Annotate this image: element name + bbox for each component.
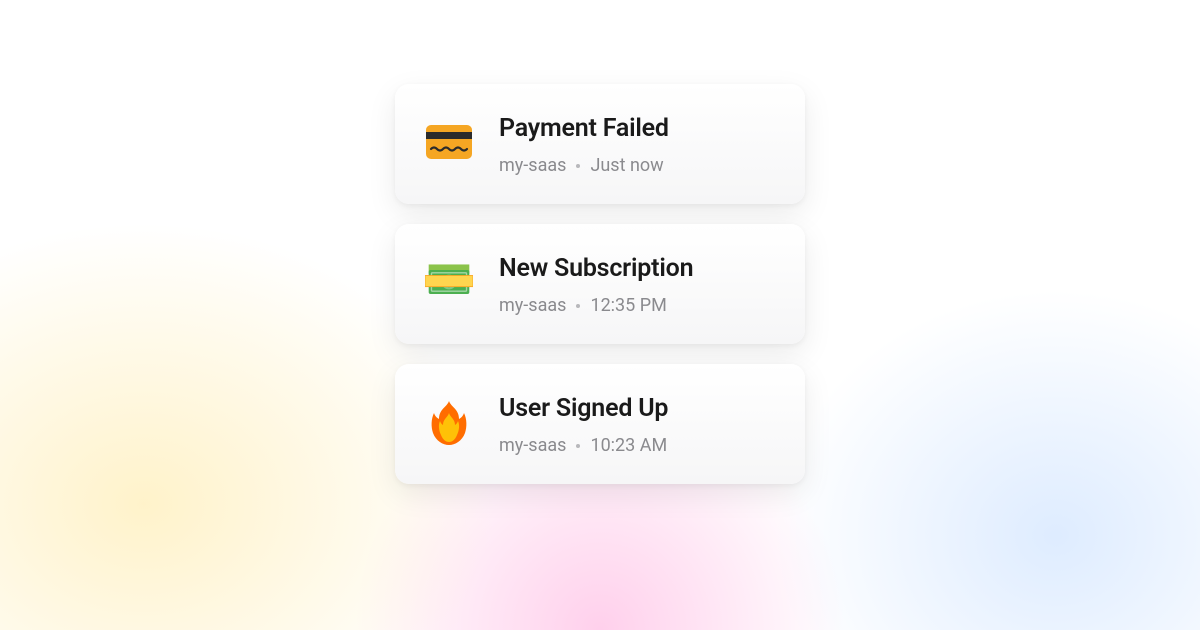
notification-source: my-saas xyxy=(499,155,566,176)
notification-card[interactable]: Payment Failed my-saas Just now xyxy=(395,84,805,204)
notification-card[interactable]: $ New Subscription my-saas 12:35 PM xyxy=(395,224,805,344)
notification-meta: my-saas Just now xyxy=(499,155,775,176)
notification-meta: my-saas 12:35 PM xyxy=(499,295,775,316)
notification-source: my-saas xyxy=(499,435,566,456)
notification-title: User Signed Up xyxy=(499,394,775,423)
fire-icon xyxy=(425,398,473,446)
notification-list: Payment Failed my-saas Just now $ New Su… xyxy=(395,0,805,484)
notification-time: Just now xyxy=(590,155,663,176)
meta-separator-icon xyxy=(576,444,580,448)
notification-body: New Subscription my-saas 12:35 PM xyxy=(499,254,775,316)
notification-body: User Signed Up my-saas 10:23 AM xyxy=(499,394,775,456)
notification-meta: my-saas 10:23 AM xyxy=(499,435,775,456)
notification-card[interactable]: User Signed Up my-saas 10:23 AM xyxy=(395,364,805,484)
notification-title: New Subscription xyxy=(499,254,775,283)
meta-separator-icon xyxy=(576,304,580,308)
money-icon: $ xyxy=(425,258,473,306)
notification-body: Payment Failed my-saas Just now xyxy=(499,114,775,176)
meta-separator-icon xyxy=(576,164,580,168)
notification-time: 12:35 PM xyxy=(590,295,666,316)
notification-time: 10:23 AM xyxy=(590,435,667,456)
credit-card-icon xyxy=(425,118,473,166)
notification-source: my-saas xyxy=(499,295,566,316)
notification-title: Payment Failed xyxy=(499,114,775,143)
